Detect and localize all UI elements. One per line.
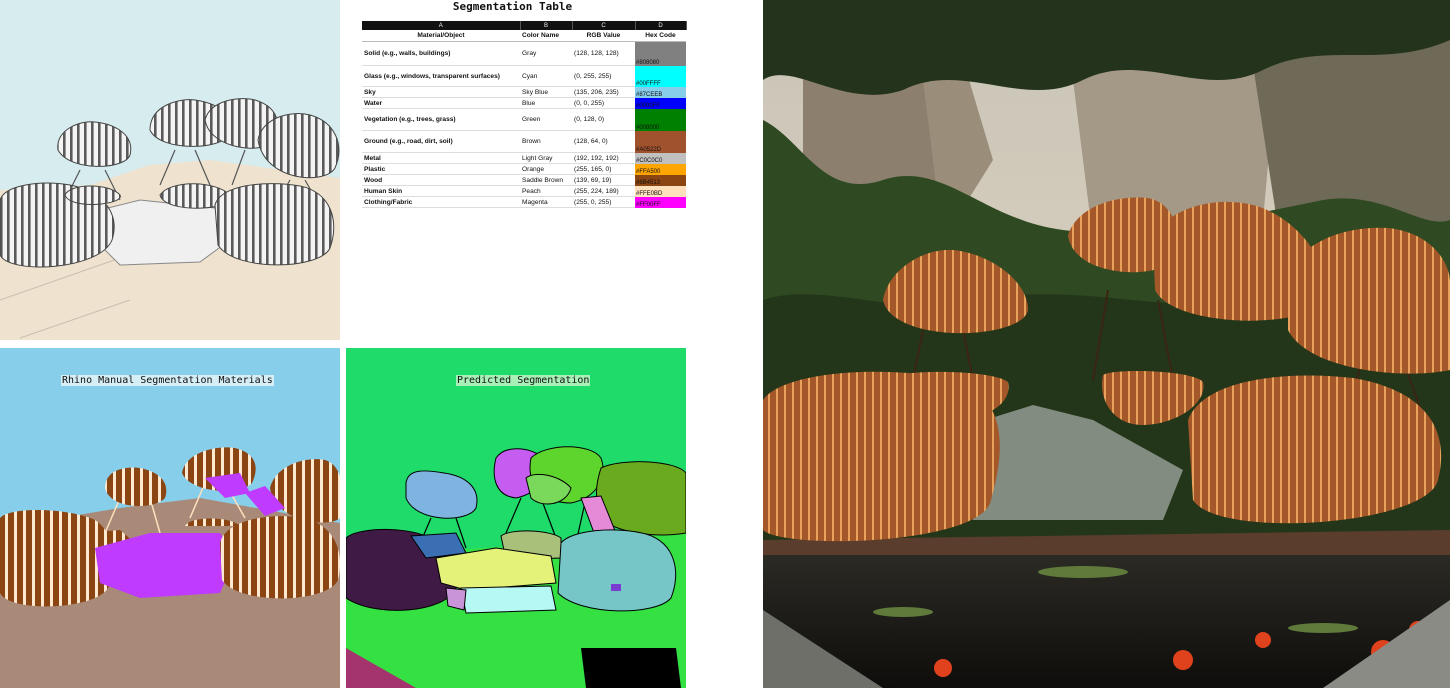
- column-letter: C: [572, 21, 636, 30]
- color-name-cell: Brown: [520, 130, 572, 153]
- hex-swatch-cell: #00FFFF: [635, 65, 686, 87]
- rhino-segmentation-panel: Rhino Manual Segmentation Materials: [0, 348, 340, 688]
- hex-swatch-cell: #A0522D: [635, 130, 686, 153]
- color-name-cell: Green: [520, 108, 572, 131]
- material-cell: Glass (e.g., windows, transparent surfac…: [362, 65, 520, 87]
- color-name-cell: Saddle Brown: [520, 174, 572, 186]
- table-row: Glass (e.g., windows, transparent surfac…: [362, 65, 686, 87]
- rgb-cell: (139, 69, 19): [572, 174, 635, 186]
- rhino-render-panel: [0, 0, 340, 340]
- predicted-segmentation-panel: Predicted Segmentation: [346, 348, 686, 688]
- hex-swatch-cell: #FFE0BD: [635, 185, 686, 197]
- table-row: Metal Light Gray (192, 192, 192) #C0C0C0: [362, 152, 686, 164]
- rgb-cell: (0, 255, 255): [572, 65, 635, 87]
- hex-swatch-cell: #808080: [635, 41, 686, 66]
- material-cell: Water: [362, 97, 520, 109]
- rgb-cell: (128, 64, 0): [572, 130, 635, 153]
- hex-swatch-cell: #008000: [635, 108, 686, 131]
- column-letter: D: [635, 21, 687, 30]
- rgb-cell: (255, 165, 0): [572, 163, 635, 175]
- column-header: RGB Value: [572, 30, 635, 42]
- table-row: Vegetation (e.g., trees, grass) Green (0…: [362, 108, 686, 131]
- hex-swatch-cell: #FFA500: [635, 163, 686, 175]
- color-name-cell: Cyan: [520, 65, 572, 87]
- color-name-cell: Orange: [520, 163, 572, 175]
- rgb-cell: (192, 192, 192): [572, 152, 635, 164]
- column-header: Color Name: [520, 30, 572, 42]
- column-header: Material/Object: [362, 30, 520, 42]
- rgb-cell: (255, 0, 255): [572, 196, 635, 208]
- hex-swatch-cell: #87CEEB: [635, 86, 686, 98]
- hex-swatch-cell: #C0C0C0: [635, 152, 686, 164]
- hex-swatch-cell: #0000FF: [635, 97, 686, 109]
- segmentation-table-title: Segmentation Table: [452, 0, 573, 13]
- column-letter: B: [520, 21, 573, 30]
- photorealistic-render-image: [763, 0, 1450, 688]
- material-cell: Sky: [362, 86, 520, 98]
- table-row: Solid (e.g., walls, buildings) Gray (128…: [362, 41, 686, 66]
- segmentation-table: A B C D Material/Object Color Name RGB V…: [362, 21, 687, 208]
- material-cell: Metal: [362, 152, 520, 164]
- hex-swatch-cell: #8B4513: [635, 174, 686, 186]
- color-name-cell: Light Gray: [520, 152, 572, 164]
- segmentation-table-panel: Segmentation Table A B C D Material/Obje…: [340, 0, 763, 340]
- predicted-segmentation-caption: Predicted Segmentation: [456, 375, 591, 386]
- table-row: Water Blue (0, 0, 255) #0000FF: [362, 97, 686, 109]
- rgb-cell: (255, 224, 189): [572, 185, 635, 197]
- material-cell: Human Skin: [362, 185, 520, 197]
- color-name-cell: Sky Blue: [520, 86, 572, 98]
- rgb-cell: (128, 128, 128): [572, 41, 635, 66]
- rgb-cell: (135, 206, 235): [572, 86, 635, 98]
- rhino-segmentation-caption: Rhino Manual Segmentation Materials: [61, 375, 274, 386]
- rgb-cell: (0, 0, 255): [572, 97, 635, 109]
- rhino-render-image: [0, 0, 340, 340]
- material-cell: Solid (e.g., walls, buildings): [362, 41, 520, 66]
- table-row: Plastic Orange (255, 165, 0) #FFA500: [362, 163, 686, 175]
- column-letter: A: [362, 21, 521, 30]
- material-cell: Plastic: [362, 163, 520, 175]
- rhino-segmentation-image: [0, 348, 340, 688]
- material-cell: Wood: [362, 174, 520, 186]
- table-row: Human Skin Peach (255, 224, 189) #FFE0BD: [362, 185, 686, 197]
- hex-swatch-cell: #FF00FF: [635, 196, 686, 208]
- color-name-cell: Gray: [520, 41, 572, 66]
- table-row: Sky Sky Blue (135, 206, 235) #87CEEB: [362, 86, 686, 98]
- material-cell: Clothing/Fabric: [362, 196, 520, 208]
- column-header: Hex Code: [635, 30, 686, 42]
- color-name-cell: Blue: [520, 97, 572, 109]
- color-name-cell: Peach: [520, 185, 572, 197]
- color-name-cell: Magenta: [520, 196, 572, 208]
- rgb-cell: (0, 128, 0): [572, 108, 635, 131]
- table-row: Ground (e.g., road, dirt, soil) Brown (1…: [362, 130, 686, 153]
- predicted-segmentation-image: [346, 348, 686, 688]
- material-cell: Ground (e.g., road, dirt, soil): [362, 130, 520, 153]
- material-cell: Vegetation (e.g., trees, grass): [362, 108, 520, 131]
- table-row: Clothing/Fabric Magenta (255, 0, 255) #F…: [362, 196, 686, 208]
- photorealistic-render-panel: [763, 0, 1450, 688]
- table-row: Wood Saddle Brown (139, 69, 19) #8B4513: [362, 174, 686, 186]
